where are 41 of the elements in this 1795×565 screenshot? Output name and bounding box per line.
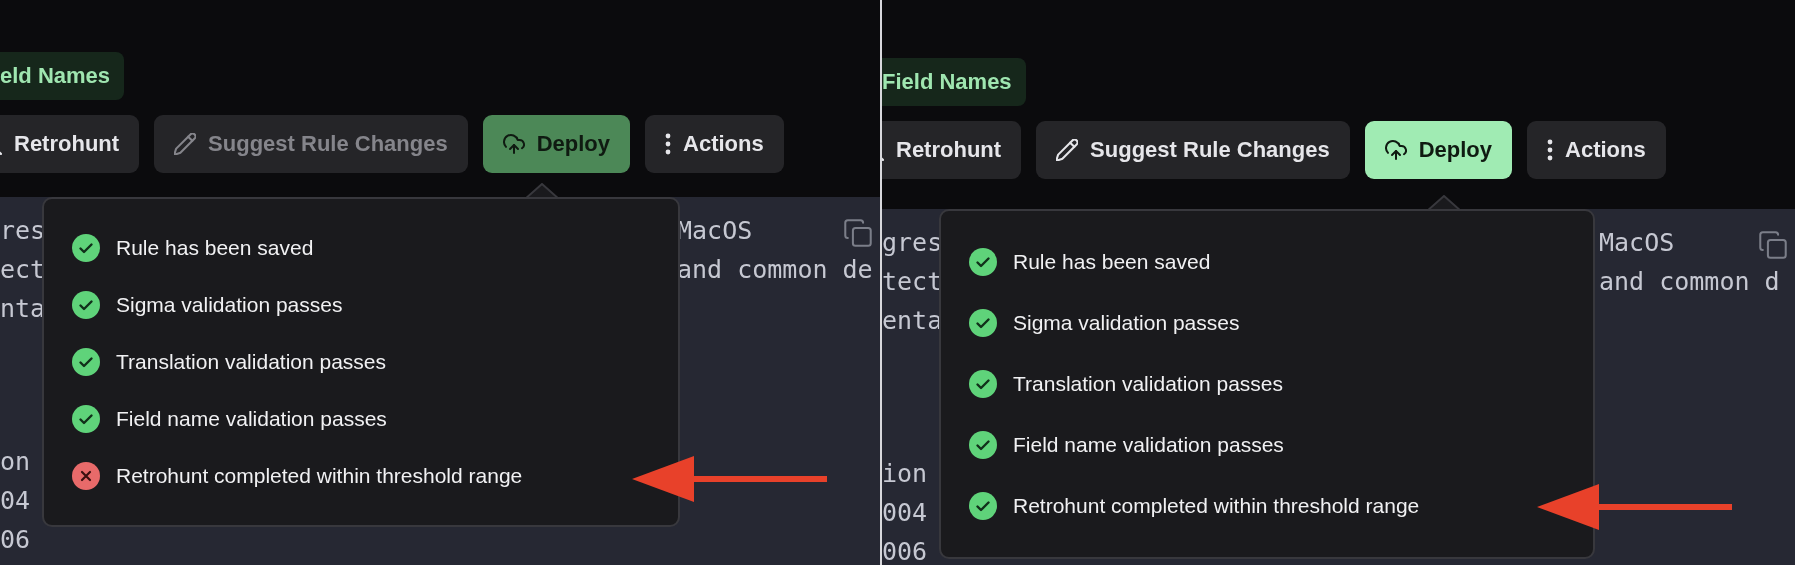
more-icon xyxy=(665,133,672,155)
tag-badge: Field Names xyxy=(882,58,1026,106)
check-label: Translation validation passes xyxy=(116,349,387,374)
code-text: and common d xyxy=(1599,267,1780,296)
menu-button[interactable]: Actions xyxy=(645,115,784,173)
code-text: ion xyxy=(882,459,928,488)
check-label: Field name validation passes xyxy=(116,407,387,432)
code-text: ect xyxy=(0,255,46,284)
copy-icon[interactable] xyxy=(1759,231,1787,259)
code-text: tect xyxy=(882,267,943,296)
code-text: gres xyxy=(882,228,943,257)
check-label: Retrohunt completed within threshold range xyxy=(116,464,523,489)
code-text: MacOS xyxy=(1599,228,1675,257)
cloud-upload-icon xyxy=(502,133,525,155)
check-label: Retrohunt completed within threshold range xyxy=(1013,494,1420,519)
code-text: 04 xyxy=(0,486,31,515)
code-text: 006 xyxy=(882,537,928,565)
copy-icon[interactable] xyxy=(844,219,872,247)
check-label: Sigma validation passes xyxy=(116,292,343,317)
code-text: res xyxy=(0,216,46,245)
code-text: and common de xyxy=(677,255,873,284)
code-text: nta xyxy=(0,294,46,323)
edit-button[interactable]: Suggest Rule Changes xyxy=(1036,121,1350,179)
cloud-upload-icon xyxy=(1384,139,1407,161)
search-button[interactable]: Retrohunt xyxy=(0,115,140,173)
check-label: Sigma validation passes xyxy=(1013,310,1240,335)
menu-button[interactable]: Actions xyxy=(1527,121,1666,179)
code-text: 06 xyxy=(0,525,31,554)
check-label: Translation validation passes xyxy=(1013,371,1284,396)
check-label: Rule has been saved xyxy=(1013,249,1211,274)
search-button[interactable]: Retrohunt xyxy=(882,121,1022,179)
code-text: enta xyxy=(882,306,943,335)
tag-badge: eld Names xyxy=(0,52,125,100)
check-label: Rule has been saved xyxy=(116,235,314,260)
pencil-icon xyxy=(174,133,197,155)
code-text: on xyxy=(0,447,31,476)
pencil-icon xyxy=(1056,139,1079,161)
deploy-button[interactable]: Deploy xyxy=(1364,121,1513,179)
code-text: 004 xyxy=(882,498,928,527)
more-icon xyxy=(1547,139,1554,161)
check-label: Field name validation passes xyxy=(1013,433,1284,458)
